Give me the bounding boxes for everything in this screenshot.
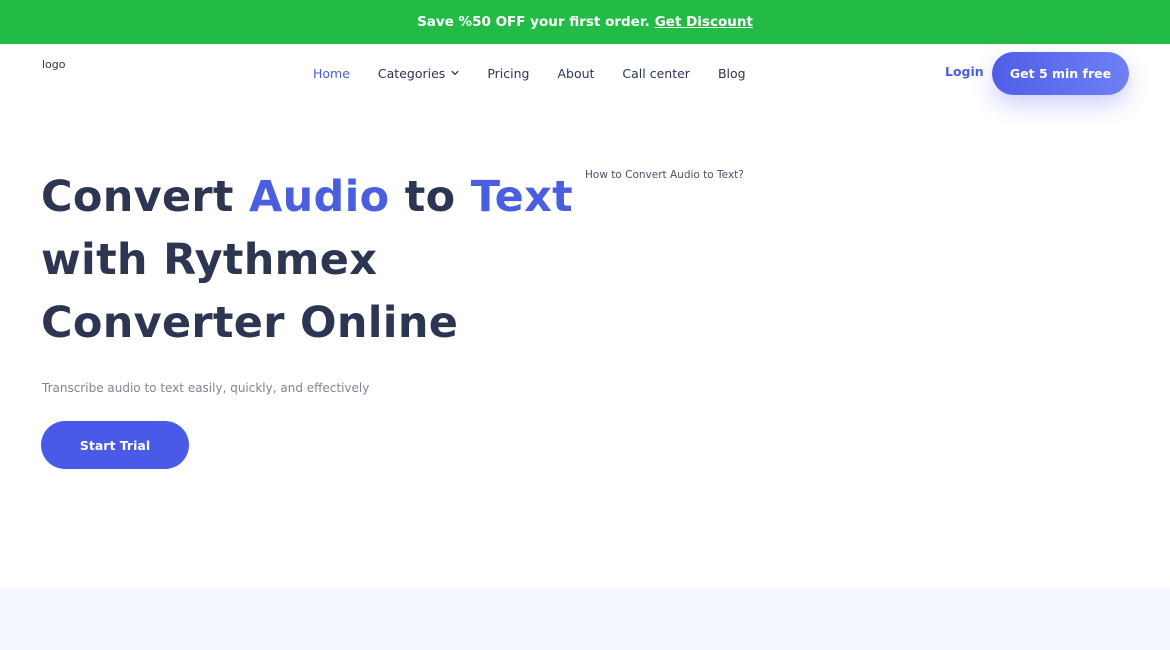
hero-subtitle: Transcribe audio to text easily, quickly… bbox=[42, 381, 370, 395]
hero-title-part: with Rythmex Converter Online bbox=[41, 235, 459, 348]
hero-title-accent: Audio bbox=[249, 172, 390, 222]
nav-item-call-center[interactable]: Call center bbox=[622, 66, 690, 81]
hero-title: Convert Audio to Text with Rythmex Conve… bbox=[41, 166, 601, 355]
nav-item-blog[interactable]: Blog bbox=[718, 66, 746, 81]
hero-title-part: to bbox=[389, 172, 471, 222]
main-nav: Home Categories Pricing About Call cente… bbox=[313, 64, 746, 82]
logo[interactable]: logo bbox=[42, 58, 66, 71]
features-section bbox=[0, 587, 1170, 650]
hero-title-accent: Text bbox=[470, 172, 574, 222]
nav-item-home[interactable]: Home bbox=[313, 66, 350, 81]
login-link[interactable]: Login bbox=[945, 64, 984, 82]
get-discount-link[interactable]: Get Discount bbox=[655, 14, 753, 30]
start-trial-button[interactable]: Start Trial bbox=[41, 421, 189, 469]
nav-item-pricing[interactable]: Pricing bbox=[487, 66, 529, 81]
get-free-minutes-button[interactable]: Get 5 min free bbox=[992, 52, 1129, 95]
nav-item-label: Categories bbox=[377, 65, 446, 81]
promo-banner: Save %50 OFF your first order. Get Disco… bbox=[0, 0, 1170, 44]
nav-item-categories[interactable]: Categories bbox=[378, 66, 459, 81]
video-caption: How to Convert Audio to Text? bbox=[585, 169, 744, 181]
hero-title-part: Convert bbox=[41, 172, 250, 222]
promo-text: Save %50 OFF your first order. bbox=[417, 14, 650, 30]
nav-item-about[interactable]: About bbox=[557, 66, 594, 81]
chevron-down-icon bbox=[451, 70, 459, 76]
